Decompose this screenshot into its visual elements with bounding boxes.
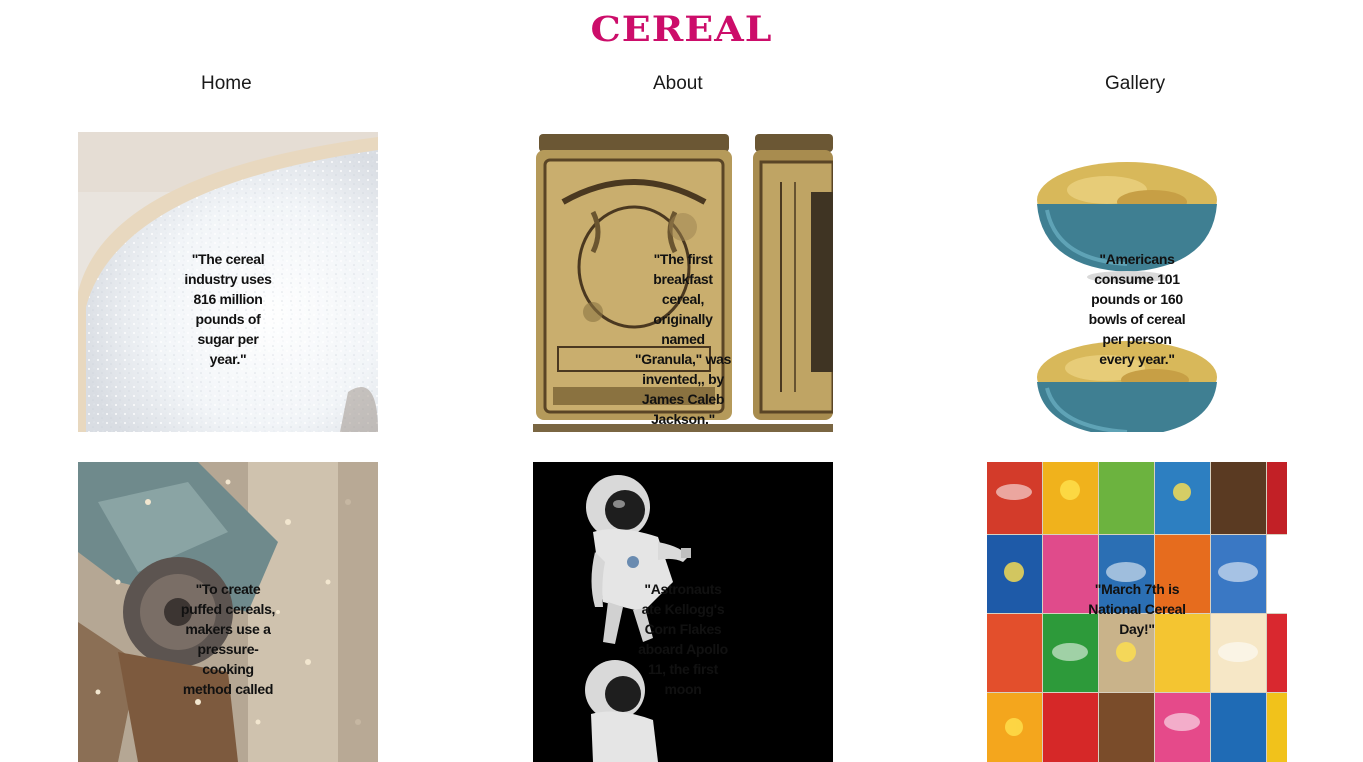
fact-quote: "March 7th is National Cereal Day!" [1088, 581, 1186, 637]
fact-card-granula[interactable]: "The first breakfast cereal, originally … [533, 132, 833, 432]
fact-card-puffing[interactable]: "To create puffed cereals, makers use a … [78, 462, 378, 762]
fact-card-bowls[interactable]: "Americans consume 101 pounds or 160 bow… [987, 132, 1287, 432]
fact-quote: "Americans consume 101 pounds or 160 bow… [1088, 251, 1186, 367]
fact-quote: "The first breakfast cereal, originally … [634, 251, 732, 427]
fact-card-sugar[interactable]: "The cereal industry uses 816 million po… [78, 132, 378, 432]
nav-link-gallery[interactable]: Gallery [1105, 73, 1165, 95]
nav-link-home[interactable]: Home [201, 73, 252, 95]
fact-quote: "Astronauts ate Kellogg's Corn Flakes ab… [638, 581, 728, 697]
fact-quote: "The cereal industry uses 816 million po… [184, 251, 272, 367]
site-header: CEREAL [0, 0, 1363, 60]
fact-card-cereal-day[interactable]: "March 7th is National Cereal Day!" [987, 462, 1287, 762]
fact-quote: "To create puffed cereals, makers use a … [180, 581, 276, 697]
site-logo[interactable]: CEREAL [0, 8, 1363, 49]
nav-link-about[interactable]: About [653, 73, 703, 95]
fact-card-astronaut[interactable]: "Astronauts ate Kellogg's Corn Flakes ab… [533, 462, 833, 762]
